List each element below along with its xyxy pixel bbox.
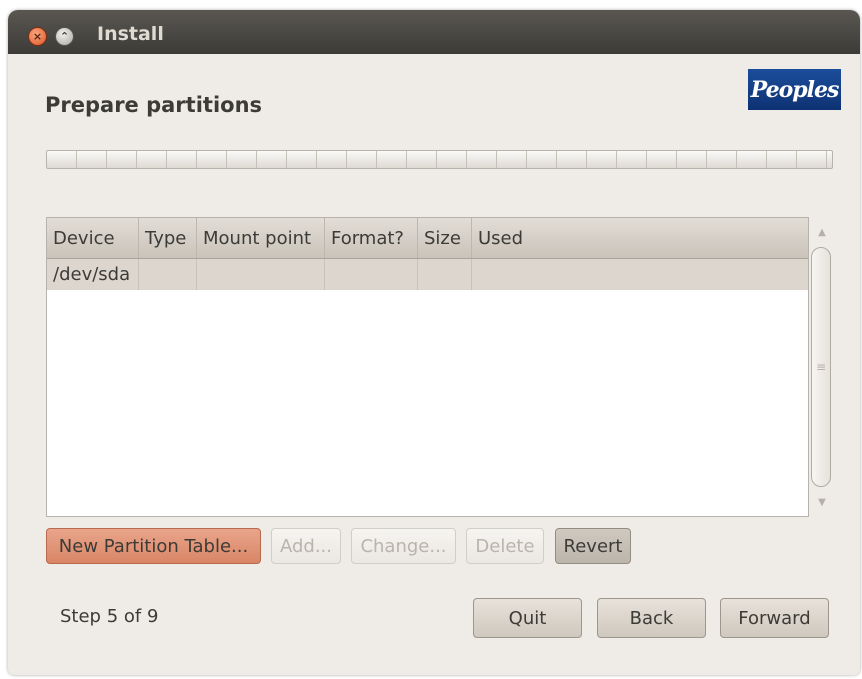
cell-device: /dev/sda	[47, 259, 139, 290]
scroll-down-icon[interactable]: ▼	[809, 497, 835, 508]
partition-table[interactable]: Device Type Mount point Format? Size Use…	[46, 217, 809, 517]
forward-button[interactable]: Forward	[720, 598, 829, 638]
cell-mount-point	[197, 259, 325, 290]
step-indicator: Step 5 of 9	[60, 606, 159, 627]
logo: Peoples	[748, 69, 841, 110]
cell-size	[418, 259, 472, 290]
minimize-icon[interactable]: ⌃	[55, 27, 74, 46]
quit-button[interactable]: Quit	[473, 598, 582, 638]
table-row[interactable]: /dev/sda	[47, 259, 808, 290]
installer-window: × ⌃ Install Peoples Prepare partitions D…	[8, 10, 860, 675]
back-button[interactable]: Back	[597, 598, 706, 638]
cell-format	[325, 259, 418, 290]
vertical-scrollbar[interactable]: ▲ ≡ ▼	[809, 217, 835, 517]
delete-partition-button[interactable]: Delete	[466, 528, 544, 564]
change-partition-button[interactable]: Change...	[351, 528, 456, 564]
revert-button[interactable]: Revert	[555, 528, 631, 564]
progress-bar	[46, 150, 833, 169]
cell-type	[139, 259, 197, 290]
table-header: Device Type Mount point Format? Size Use…	[47, 218, 808, 259]
page-title: Prepare partitions	[45, 93, 263, 117]
column-header-type[interactable]: Type	[139, 218, 197, 258]
column-header-format[interactable]: Format?	[325, 218, 418, 258]
column-header-mount-point[interactable]: Mount point	[197, 218, 325, 258]
progress-ticks	[47, 151, 832, 168]
title-bar: × ⌃ Install	[8, 10, 860, 54]
window-title: Install	[97, 23, 164, 45]
column-header-size[interactable]: Size	[418, 218, 472, 258]
cell-used	[472, 259, 808, 290]
scroll-up-icon[interactable]: ▲	[809, 227, 835, 238]
scrollbar-thumb[interactable]: ≡	[811, 247, 831, 487]
add-partition-button[interactable]: Add...	[271, 528, 341, 564]
column-header-device[interactable]: Device	[47, 218, 139, 258]
close-icon[interactable]: ×	[28, 27, 47, 46]
column-header-used[interactable]: Used	[472, 218, 808, 258]
new-partition-table-button[interactable]: New Partition Table...	[46, 528, 261, 564]
